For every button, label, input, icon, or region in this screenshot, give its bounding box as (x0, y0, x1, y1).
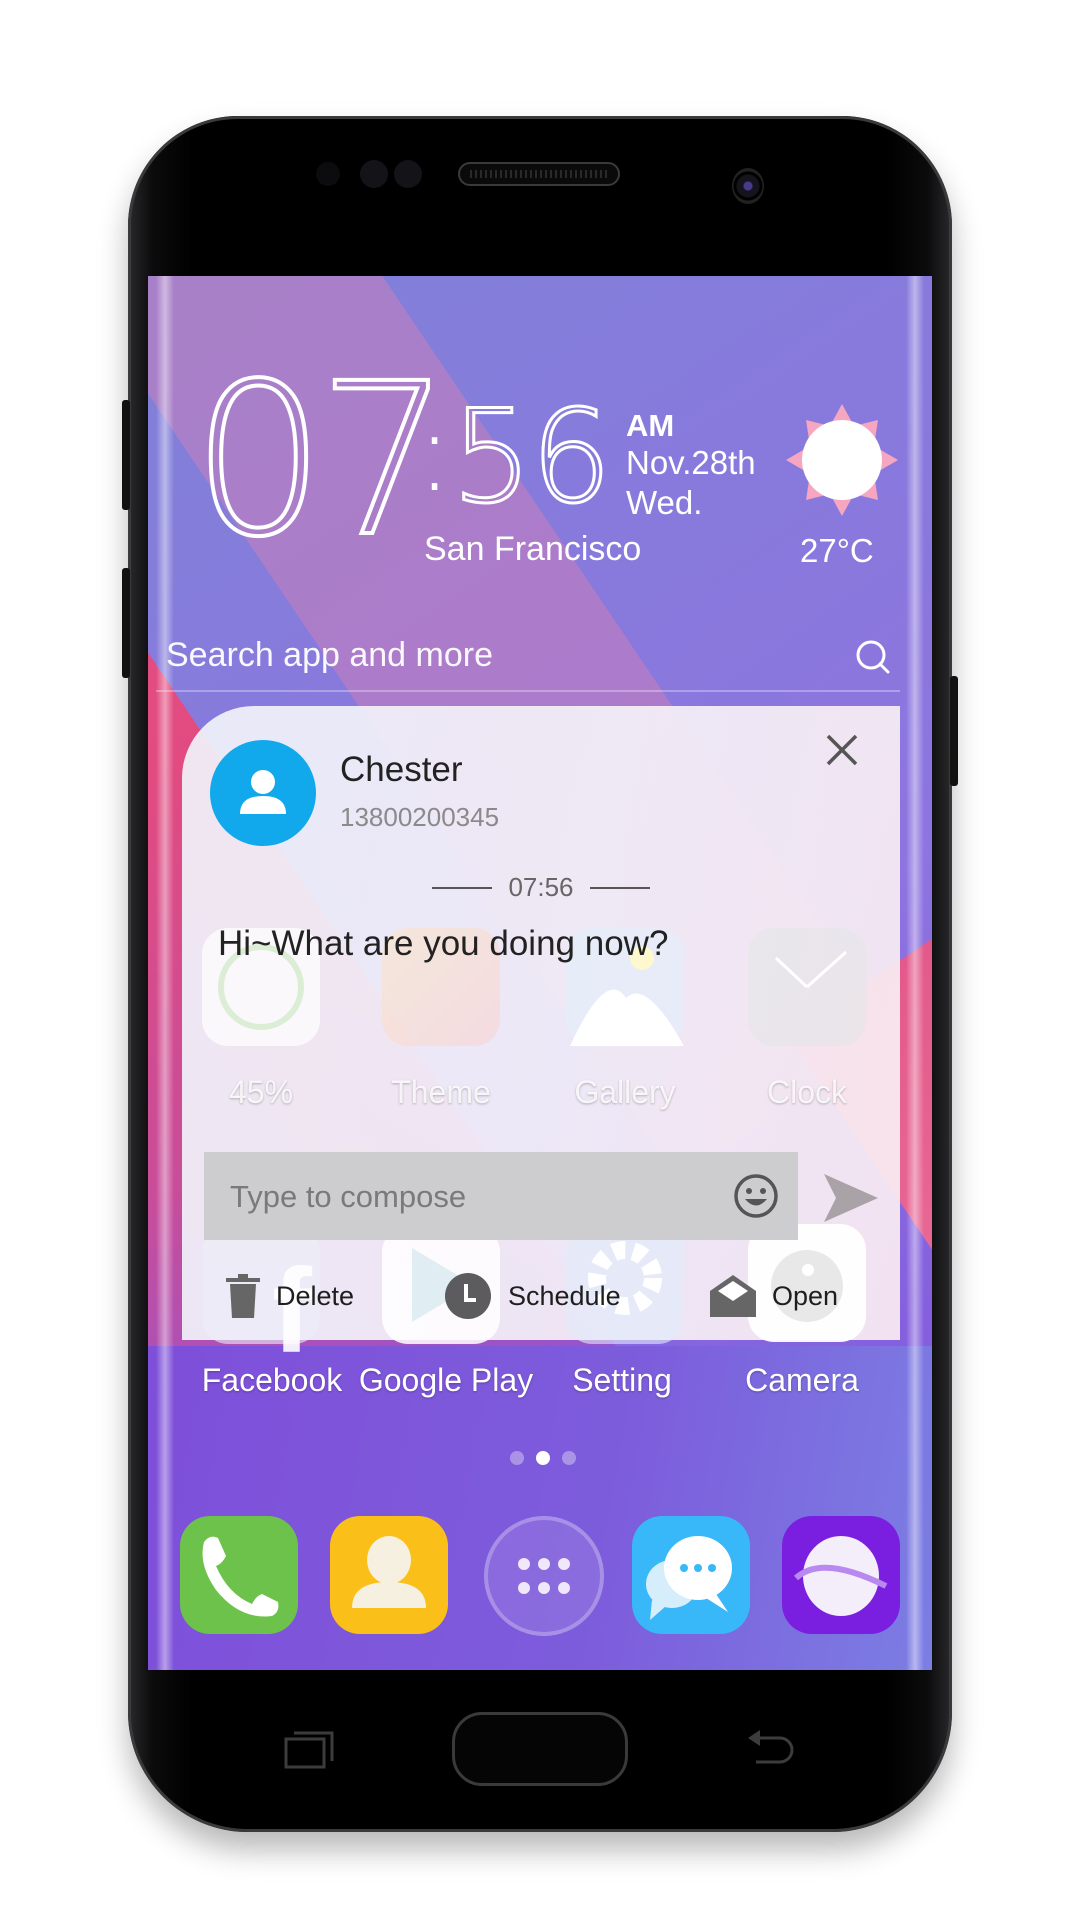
app-label-clock: Clock (766, 1074, 847, 1110)
compose-input[interactable] (228, 1152, 712, 1242)
search-icon[interactable] (854, 638, 892, 676)
open-button[interactable]: Open (710, 1266, 838, 1326)
message-time-divider: 07:56 (182, 872, 900, 903)
app-label-setting[interactable]: Setting (532, 1362, 712, 1399)
trash-icon (226, 1274, 260, 1318)
back-icon[interactable] (742, 1722, 798, 1772)
delete-label: Delete (276, 1280, 355, 1311)
delete-button[interactable]: Delete (226, 1266, 354, 1326)
app-label-google-play[interactable]: Google Play (356, 1362, 536, 1399)
dock-messages[interactable] (632, 1516, 750, 1634)
clock-hours: 07 (190, 338, 453, 583)
envelope-open-icon (710, 1275, 756, 1317)
clock-ampm: AM (626, 408, 675, 443)
volume-up-button (122, 400, 130, 510)
compose-field[interactable] (204, 1152, 798, 1242)
app-label-camera[interactable]: Camera (712, 1362, 892, 1399)
screen-edge-highlight (156, 276, 174, 1670)
clock-minutes: 56 (450, 383, 614, 532)
home-screen: 07 :56 AM Nov.28th Wed. San Francisco 27… (148, 276, 932, 1670)
page-dot-active[interactable] (536, 1451, 550, 1465)
home-button[interactable] (452, 1712, 628, 1786)
send-icon[interactable] (822, 1172, 880, 1224)
search-underline (156, 690, 900, 692)
power-button (950, 676, 958, 786)
proximity-sensor (316, 162, 340, 186)
earpiece-speaker (458, 162, 620, 186)
contact-number: 13800200345 (340, 802, 500, 832)
search-placeholder: Search app and more (166, 636, 493, 674)
divider-line (432, 886, 493, 889)
iris-sensor (360, 160, 388, 188)
clock-date: Nov.28th (626, 444, 756, 481)
messages-icon (646, 1536, 732, 1620)
notification-actions: Delete Schedule Open (182, 1266, 900, 1326)
clock-city: San Francisco (424, 530, 642, 568)
volume-down-button (122, 568, 130, 678)
contact-name: Chester (340, 750, 463, 789)
app-label-gallery: Gallery (574, 1074, 676, 1110)
message-body: Hi~What are you doing now? (218, 924, 669, 963)
app-label-battery: 45% (228, 1074, 294, 1110)
close-icon[interactable] (822, 730, 862, 770)
clock-minutes-group: :56 (416, 388, 613, 523)
schedule-label: Schedule (508, 1280, 621, 1311)
weather-temperature: 27°C (800, 532, 874, 569)
clock-weekday: Wed. (626, 484, 703, 521)
app-label-theme: Theme (391, 1074, 491, 1110)
emoji-icon[interactable] (732, 1172, 780, 1220)
dock-phone[interactable] (180, 1516, 298, 1634)
message-notification-card: 45% Theme Gallery Clock f Chester 138002… (182, 706, 900, 1378)
app-drawer-icon (518, 1558, 570, 1594)
front-camera (732, 168, 764, 204)
light-sensor (394, 160, 422, 188)
clock-colon: : (416, 388, 453, 516)
open-label: Open (772, 1280, 839, 1311)
dock-browser[interactable] (782, 1516, 900, 1634)
dock-app-drawer[interactable] (484, 1516, 604, 1636)
browser-icon (793, 1536, 888, 1616)
recent-apps-icon[interactable] (282, 1725, 338, 1773)
search-bar[interactable]: Search app and more (160, 628, 908, 688)
schedule-button[interactable]: Schedule (444, 1266, 621, 1326)
phone-icon (202, 1536, 279, 1617)
clock-icon (445, 1273, 491, 1319)
dock-contacts[interactable] (330, 1516, 448, 1634)
sun-icon[interactable] (784, 402, 900, 518)
screen-edge-highlight (906, 276, 924, 1670)
divider-line (589, 886, 650, 889)
clock-icon (748, 928, 866, 1046)
contacts-icon (352, 1536, 426, 1608)
avatar[interactable] (210, 740, 316, 846)
page-indicator (504, 1451, 582, 1470)
page-dot[interactable] (510, 1451, 524, 1465)
page-dot[interactable] (562, 1451, 576, 1465)
message-time: 07:56 (508, 872, 574, 902)
